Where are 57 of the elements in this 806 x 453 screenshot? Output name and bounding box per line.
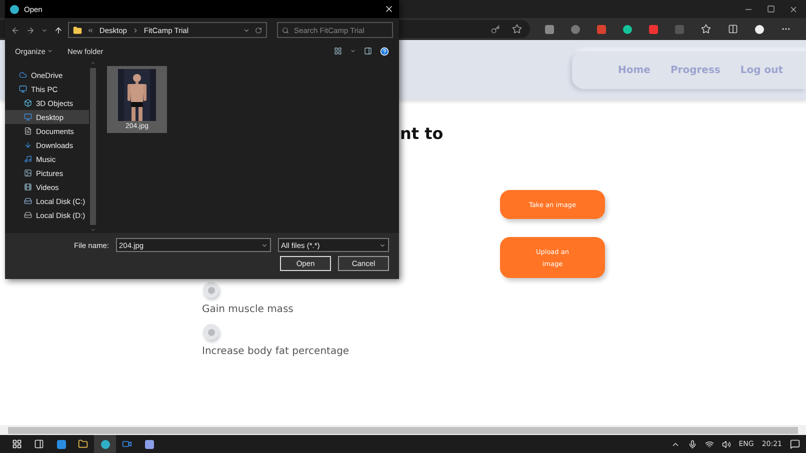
computer-icon bbox=[19, 85, 27, 93]
browser-icon[interactable] bbox=[100, 440, 110, 448]
browser-icon bbox=[10, 4, 19, 14]
network-icon[interactable] bbox=[704, 440, 714, 448]
help-icon[interactable] bbox=[380, 46, 389, 56]
maximize-icon[interactable] bbox=[767, 5, 775, 13]
extension-icon[interactable] bbox=[622, 24, 632, 34]
notification-icon[interactable] bbox=[790, 439, 800, 449]
key-icon[interactable] bbox=[491, 24, 500, 34]
cloud-icon bbox=[19, 71, 27, 79]
extension-icon[interactable] bbox=[544, 24, 554, 34]
task-view-icon[interactable] bbox=[34, 439, 44, 449]
objects-icon bbox=[24, 99, 32, 107]
app-icon[interactable] bbox=[144, 440, 154, 448]
extension-icon[interactable] bbox=[648, 24, 658, 34]
caret-icon[interactable] bbox=[261, 242, 268, 248]
folder-icon bbox=[73, 26, 82, 34]
horizontal-scrollbar[interactable] bbox=[0, 425, 806, 435]
radio-button[interactable] bbox=[203, 324, 219, 340]
pictures-icon bbox=[24, 169, 32, 177]
folder-icon[interactable] bbox=[78, 439, 88, 449]
caret-icon[interactable] bbox=[350, 48, 356, 54]
extension-icon[interactable] bbox=[570, 24, 580, 34]
favorites-icon[interactable] bbox=[701, 24, 712, 34]
refresh-icon[interactable] bbox=[254, 26, 262, 34]
separator-icon bbox=[132, 26, 139, 34]
close-icon[interactable] bbox=[789, 4, 798, 14]
back-icon[interactable] bbox=[11, 26, 20, 34]
overflow-icon bbox=[87, 26, 94, 34]
caret-icon bbox=[47, 48, 54, 54]
profile-icon[interactable] bbox=[755, 24, 764, 34]
music-icon bbox=[24, 155, 32, 163]
speaker-icon[interactable] bbox=[722, 440, 731, 448]
radio-button[interactable] bbox=[203, 282, 219, 298]
search-icon bbox=[282, 26, 289, 34]
preview-pane-icon[interactable] bbox=[364, 47, 372, 55]
caret-icon[interactable] bbox=[40, 26, 48, 34]
option-label: Gain muscle mass bbox=[202, 304, 294, 315]
microphone-icon[interactable] bbox=[688, 440, 697, 448]
extension-icon[interactable] bbox=[596, 24, 606, 34]
video-call-icon[interactable] bbox=[122, 439, 132, 449]
favorite-icon[interactable] bbox=[512, 24, 522, 34]
caret-icon[interactable] bbox=[379, 242, 386, 248]
forward-icon[interactable] bbox=[26, 26, 35, 34]
downloads-icon bbox=[24, 141, 32, 149]
code-editor-icon[interactable] bbox=[56, 440, 66, 448]
documents-icon bbox=[24, 127, 32, 135]
caret-icon[interactable] bbox=[242, 26, 250, 34]
videos-icon bbox=[24, 183, 32, 191]
start-icon[interactable] bbox=[12, 439, 22, 449]
page-heading: nt to bbox=[400, 124, 444, 143]
option-label: Increase body fat percentage bbox=[202, 346, 350, 357]
up-icon[interactable] bbox=[54, 26, 62, 34]
collections-icon[interactable] bbox=[728, 24, 738, 34]
close-icon[interactable] bbox=[384, 4, 394, 14]
view-icon[interactable] bbox=[334, 47, 342, 55]
desktop-icon bbox=[24, 113, 32, 121]
